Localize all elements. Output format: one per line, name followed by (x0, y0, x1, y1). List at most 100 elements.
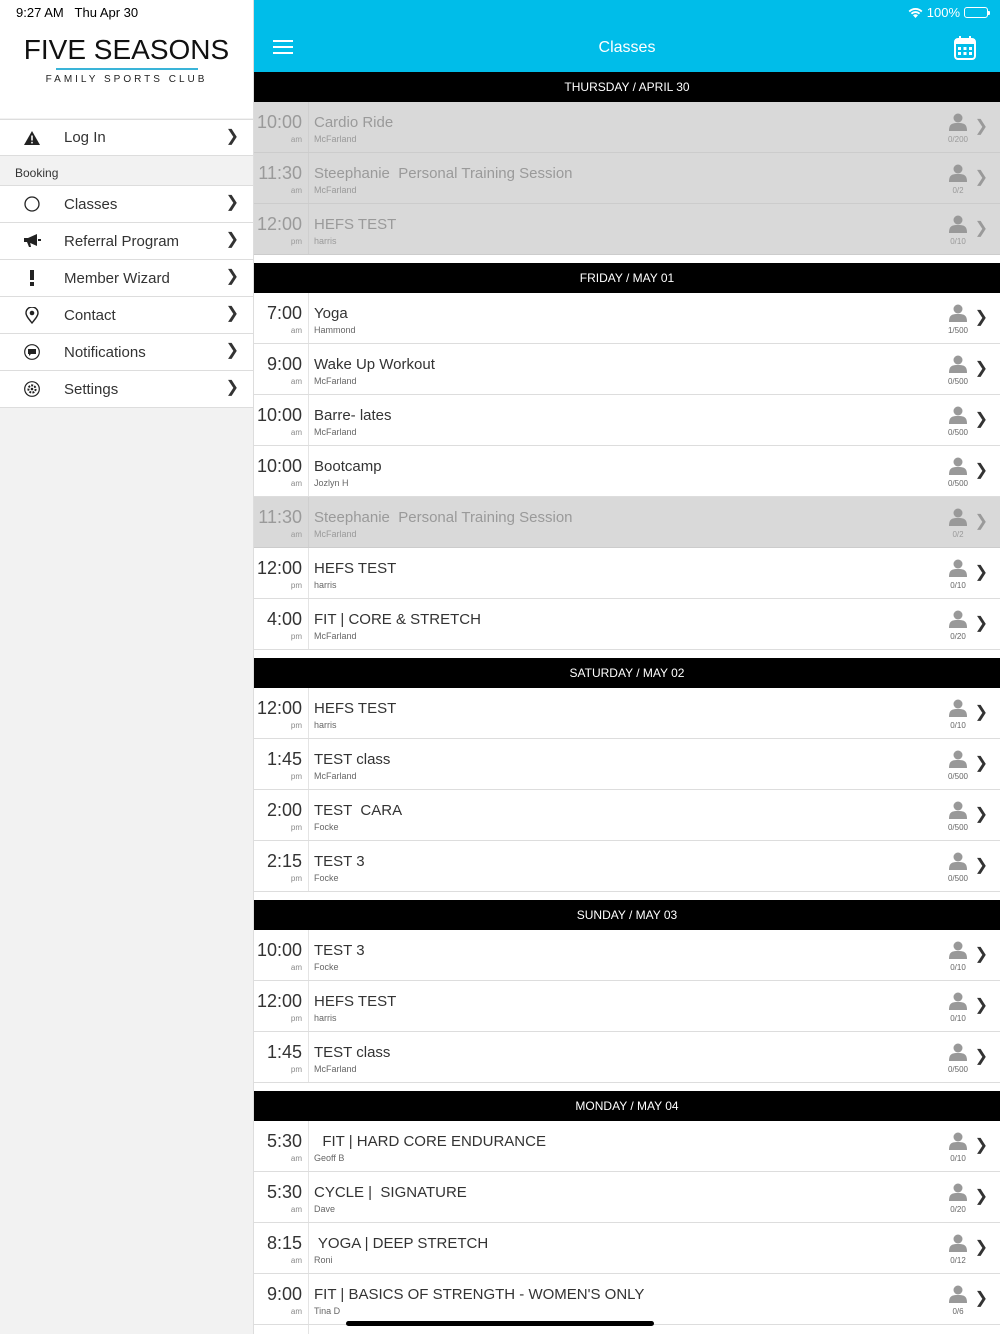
class-instructor: harris (314, 1013, 337, 1023)
class-row[interactable]: 2:15 pm TEST 3 Focke 0/500 ❯ (254, 841, 1000, 892)
person-icon (948, 699, 968, 717)
class-time: 11:30 (258, 163, 302, 183)
person-icon (948, 1043, 968, 1061)
class-instructor: Focke (314, 822, 339, 832)
class-row[interactable]: 9:00amFIT | CARDIO BOOTCAMP❯ (254, 1325, 1000, 1334)
sidebar-item-settings[interactable]: Settings ❯ (0, 371, 253, 408)
class-row[interactable]: 2:00 pm TEST CARA Focke 0/500 ❯ (254, 790, 1000, 841)
class-instructor: harris (314, 720, 337, 730)
home-indicator[interactable] (346, 1321, 654, 1326)
person-icon (948, 941, 968, 959)
class-row[interactable]: 8:15 am YOGA | DEEP STRETCH Roni 0/12 ❯ (254, 1223, 1000, 1274)
chevron-right-icon: ❯ (974, 1188, 988, 1205)
sidebar-item-member-wizard[interactable]: Member Wizard ❯ (0, 260, 253, 297)
warning-icon (0, 130, 64, 145)
class-name: HEFS TEST (314, 700, 397, 717)
class-name: TEST 3 (314, 853, 365, 870)
class-schedule: THURSDAY / APRIL 30 10:00 am Cardio Ride McF… (254, 72, 1000, 1334)
class-capacity: 0/6 (952, 1307, 964, 1316)
sidebar-item-contact[interactable]: Contact ❯ (0, 297, 253, 334)
class-row[interactable]: 10:00 am Cardio Ride McFarland 0/200 ❯ (254, 102, 1000, 153)
class-instructor: Focke (314, 873, 339, 883)
chat-bubble-icon (0, 344, 64, 360)
sidebar-item-notifications[interactable]: Notifications ❯ (0, 334, 253, 371)
class-ampm: am (290, 479, 302, 488)
class-row[interactable]: 9:00 am Wake Up Workout McFarland 0/500 ❯ (254, 344, 1000, 395)
class-name: Bootcamp (314, 458, 382, 475)
row-divider (308, 930, 309, 980)
chevron-right-icon: ❯ (974, 513, 988, 530)
person-icon (948, 164, 968, 182)
row-divider (308, 497, 309, 547)
row-divider (308, 153, 309, 203)
class-row[interactable]: 7:00 am Yoga Hammond 1/500 ❯ (254, 293, 1000, 344)
class-capacity: 0/10 (950, 581, 966, 590)
megaphone-icon (0, 234, 64, 248)
class-instructor: harris (314, 236, 337, 246)
sidebar-item-referral-program[interactable]: Referral Program ❯ (0, 223, 253, 260)
sidebar-item-label: Classes (64, 195, 118, 213)
class-name: Cardio Ride (314, 114, 394, 131)
class-instructor: McFarland (314, 134, 357, 144)
class-name: Yoga (314, 305, 348, 322)
class-name: Steephanie Personal Training Session (314, 509, 573, 526)
status-right: 100% (908, 5, 990, 20)
class-time: 10:00 (256, 405, 302, 425)
class-ampm: pm (290, 772, 302, 781)
chevron-right-icon: ❯ (974, 169, 988, 186)
class-capacity: 0/10 (950, 1154, 966, 1163)
sidebar-item-label: Member Wizard (64, 269, 170, 287)
class-row[interactable]: 12:00 pm HEFS TEST harris 0/10 ❯ (254, 688, 1000, 739)
class-name: TEST 3 (314, 942, 365, 959)
class-row[interactable]: 12:00 pm HEFS TEST harris 0/10 ❯ (254, 548, 1000, 599)
chevron-right-icon: ❯ (225, 128, 239, 145)
section-heading-booking: Booking (0, 156, 253, 186)
class-ampm: am (290, 1154, 302, 1163)
class-row[interactable]: 5:30 am CYCLE | SIGNATURE Dave 0/20 ❯ (254, 1172, 1000, 1223)
chevron-right-icon: ❯ (974, 360, 988, 377)
class-instructor: Jozlyn H (314, 478, 349, 488)
class-time: 12:00 (256, 214, 302, 234)
sidebar-item-classes[interactable]: Classes ❯ (0, 186, 253, 223)
class-row[interactable]: 11:30 am Steephanie Personal Training Sess… (254, 153, 1000, 204)
person-icon (948, 992, 968, 1010)
sidebar-item-login[interactable]: Log In ❯ (0, 119, 253, 156)
chevron-right-icon: ❯ (974, 220, 988, 237)
class-name: Wake Up Workout (314, 356, 435, 373)
class-instructor: Dave (314, 1204, 336, 1214)
class-name: FIT | BASICS OF STRENGTH - WOMEN'S ONLY (314, 1286, 645, 1303)
class-ampm: pm (290, 581, 302, 590)
class-row[interactable]: 10:00 am Bootcamp Jozlyn H 0/500 ❯ (254, 446, 1000, 497)
chevron-right-icon: ❯ (974, 1290, 988, 1307)
row-divider (308, 102, 309, 152)
class-ampm: am (290, 530, 302, 539)
row-divider (308, 688, 309, 738)
class-time: 5:30 (266, 1182, 302, 1202)
class-ampm: pm (290, 823, 302, 832)
class-name: HEFS TEST (314, 560, 397, 577)
calendar-icon[interactable] (954, 36, 976, 60)
person-icon (948, 750, 968, 768)
chevron-right-icon: ❯ (225, 305, 239, 322)
class-row[interactable]: 5:30 am FIT | HARD CORE ENDURANCE Geoff B 0… (254, 1121, 1000, 1172)
class-instructor: McFarland (314, 185, 357, 195)
class-capacity: 0/200 (947, 135, 969, 144)
person-icon (948, 113, 968, 131)
sidebar-item-label: Settings (64, 380, 119, 398)
class-row[interactable]: 12:00 pm HEFS TEST harris 0/10 ❯ (254, 204, 1000, 255)
class-row[interactable]: 12:00 pm HEFS TEST harris 0/10 ❯ (254, 981, 1000, 1032)
class-ampm: pm (290, 874, 302, 883)
chevron-right-icon: ❯ (974, 118, 988, 135)
class-ampm: am (290, 963, 302, 972)
row-divider (308, 395, 309, 445)
person-icon (948, 801, 968, 819)
class-row[interactable]: 1:45 pm TEST class McFarland 0/500 ❯ (254, 739, 1000, 790)
class-row[interactable]: 10:00 am Barre- lates McFarland 0/500 ❯ (254, 395, 1000, 446)
class-instructor: McFarland (314, 631, 357, 641)
class-row[interactable]: 9:00 am FIT | BASICS OF STRENGTH - WOMEN'S… (254, 1274, 1000, 1325)
chevron-right-icon: ❯ (974, 1137, 988, 1154)
class-row[interactable]: 11:30 am Steephanie Personal Training Sess… (254, 497, 1000, 548)
class-row[interactable]: 4:00 pm FIT | CORE & STRETCH McFarland 0/20 ❯ (254, 599, 1000, 650)
class-row[interactable]: 1:45 pm TEST class McFarland 0/500 ❯ (254, 1032, 1000, 1083)
class-row[interactable]: 10:00 am TEST 3 Focke 0/10 ❯ (254, 930, 1000, 981)
